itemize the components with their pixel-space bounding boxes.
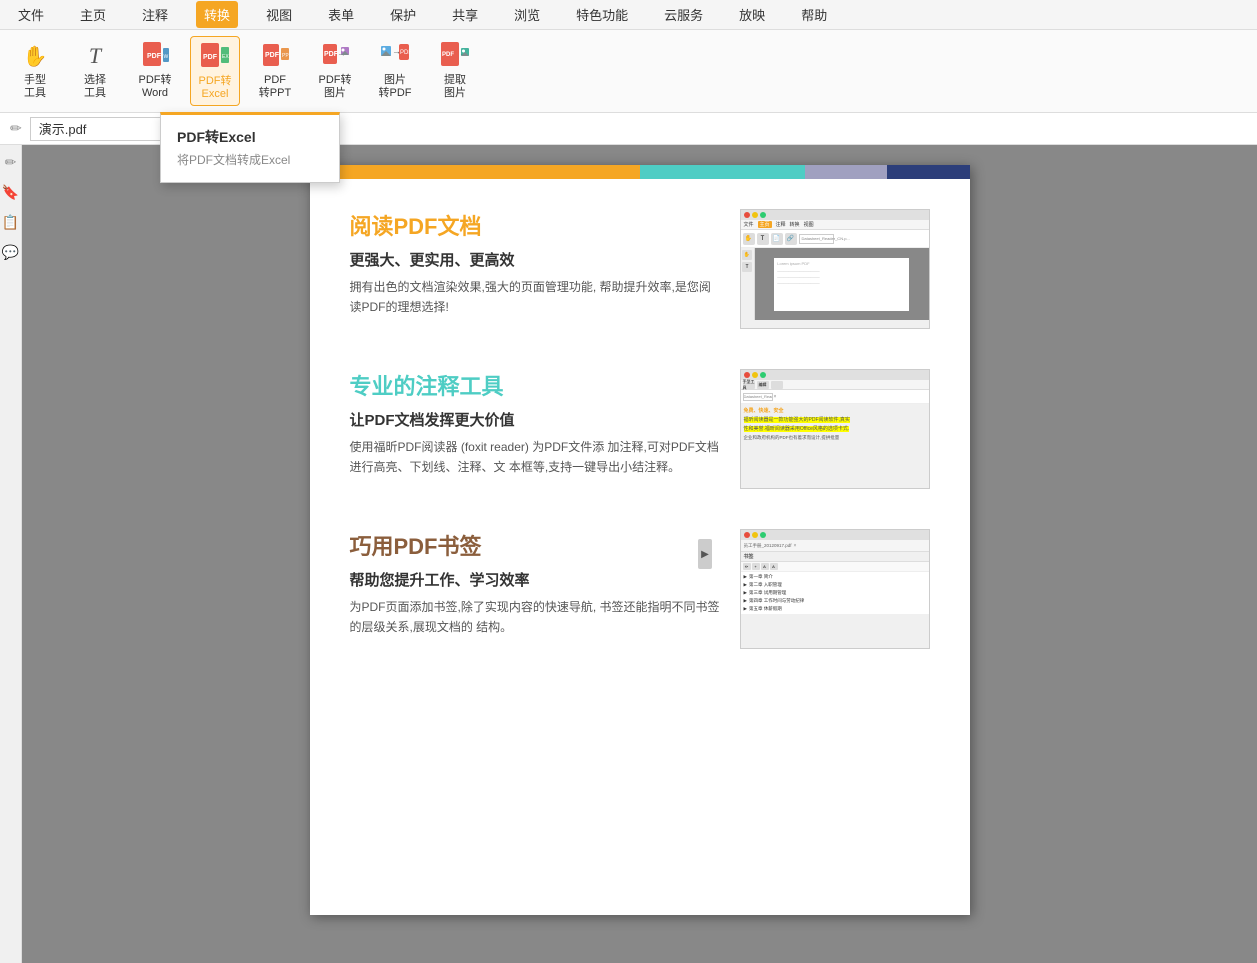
hand-icon: ✋ [19,40,51,72]
section-annotation-desc: 使用福昕PDF阅读器 (foxit reader) 为PDF文件添 加注释,可对… [350,438,720,476]
menu-slideshow[interactable]: 放映 [731,1,773,28]
hand-tool-button[interactable]: ✋ 手型工具 [10,36,60,104]
menu-file[interactable]: 文件 [10,1,52,28]
pdf-to-excel-label: PDF转Excel [199,75,232,101]
pdf-to-word-button[interactable]: PDF → W PDF转Word [130,36,180,104]
section-read-desc: 拥有出色的文档渲染效果,强大的页面管理功能, 帮助提升效率,是您阅读PDF的理想… [350,278,720,316]
collapse-panel-button[interactable]: ▶ [698,539,712,569]
mini-filename-1: Datasheet_Reader_CN.p... [799,234,834,244]
pdf-to-image-button[interactable]: PDF → PDF转图片 [310,36,360,104]
mini-chapter-3: 第三章 试用期管理 [749,590,786,596]
mini-filename-2: Datasheet_Reader_CN.p... [743,393,773,401]
menu-help[interactable]: 帮助 [793,1,835,28]
svg-text:PDF: PDF [442,52,454,58]
mini-chapter-1: 第一章 简介 [749,574,773,580]
svg-text:PDF: PDF [400,50,411,56]
select-tool-label: 选择工具 [84,74,106,100]
bar-orange [310,165,640,179]
section-bookmark-subtitle: 帮助您提升工作、学习效率 [350,569,720,590]
menu-home[interactable]: 主页 [72,1,114,28]
pdf-page: 阅读PDF文档 更强大、更实用、更高效 拥有出色的文档渲染效果,强大的页面管理功… [310,165,970,915]
menu-share[interactable]: 共享 [444,1,486,28]
mini-chapter-5: 第五章 休薪假期 [749,606,782,612]
mini-chapter-4: 第四章 工作时间与劳动纪律 [749,598,804,604]
menu-form[interactable]: 表单 [320,1,362,28]
section-read-preview: 文件 主页 注释 转换 视图 ✋ T 📄 🔗 [740,209,930,329]
image-to-pdf-label: 图片转PDF [379,74,412,100]
section-bookmark-desc: 为PDF页面添加书签,除了实现内容的快速导航, 书签还能指明不同书签的层级关系,… [350,598,720,636]
svg-text:PDF: PDF [147,53,162,60]
main-area: ✏ 🔖 📋 💬 阅读PDF文档 更强大、更实用、更高效 拥有出色的 [0,145,1257,963]
pages-icon[interactable]: 📋 [2,213,20,231]
section-bookmark-title: 巧用PDF书签 [350,529,720,561]
mini-tab-label: 主页 [758,221,772,228]
menu-cloud[interactable]: 云服务 [656,1,711,28]
draw-icon[interactable]: ✏ [2,153,20,171]
menu-convert[interactable]: 转换 [196,1,238,28]
dropdown-menu: PDF转Excel 将PDF文档转成Excel [160,112,340,183]
pdf-to-ppt-button[interactable]: PDF → PP PDF转PPT [250,36,300,104]
bar-teal [640,165,805,179]
menu-bar: 文件 主页 注释 转换 视图 表单 保护 共享 浏览 特色功能 云服务 放映 帮… [0,0,1257,30]
bar-navy [887,165,970,179]
toolbar: ✋ 手型工具 T 选择工具 PDF → W PDF转Word PDF → [0,30,1257,113]
menu-annotation[interactable]: 注释 [134,1,176,28]
extract-image-label: 提取图片 [444,74,466,100]
page-top-bar [310,165,970,179]
section-annotation-subtitle: 让PDF文档发挥更大价值 [350,409,720,430]
section-read-title: 阅读PDF文档 [350,209,720,241]
image-to-pdf-button[interactable]: → PDF 图片转PDF [370,36,420,104]
dropdown-subtitle: 将PDF文档转成Excel [161,149,339,174]
mini-bookmark-title: 书签 [744,553,754,560]
edit-icon: ✏ [10,120,22,137]
pdf-to-ppt-icon: PDF → PP [259,40,291,72]
section-annotation: 专业的注释工具 让PDF文档发挥更大价值 使用福昕PDF阅读器 (foxit r… [350,369,930,489]
menu-view[interactable]: 视图 [258,1,300,28]
bookmark-icon[interactable]: 🔖 [2,183,20,201]
menu-feature[interactable]: 特色功能 [568,1,636,28]
comment-icon[interactable]: 💬 [2,243,20,261]
svg-text:EX: EX [222,54,229,60]
section-annotation-text: 专业的注释工具 让PDF文档发挥更大价值 使用福昕PDF阅读器 (foxit r… [350,369,720,476]
menu-protect[interactable]: 保护 [382,1,424,28]
pdf-to-excel-button[interactable]: PDF → EX PDF转Excel [190,36,240,106]
section-read-pdf: 阅读PDF文档 更强大、更实用、更高效 拥有出色的文档渲染效果,强大的页面管理功… [350,209,930,329]
select-icon: T [79,40,111,72]
document-area: 阅读PDF文档 更强大、更实用、更高效 拥有出色的文档渲染效果,强大的页面管理功… [22,145,1257,963]
mini-filename-3: 员工手册_20120917.pdf [744,543,792,549]
select-tool-button[interactable]: T 选择工具 [70,36,120,104]
pdf-to-word-icon: PDF → W [139,40,171,72]
hand-tool-label: 手型工具 [24,74,46,100]
pdf-to-excel-icon: PDF → EX [199,41,231,73]
mini-chapter-2: 第二章 入职管理 [749,582,782,588]
svg-text:PDF: PDF [265,52,280,59]
section-read-text: 阅读PDF文档 更强大、更实用、更高效 拥有出色的文档渲染效果,强大的页面管理功… [350,209,720,316]
section-annotation-preview: 手型工具 编辑 Datasheet_Reader_CN.p... × 免费、快速… [740,369,930,489]
page-content: 阅读PDF文档 更强大、更实用、更高效 拥有出色的文档渲染效果,强大的页面管理功… [310,179,970,719]
extract-image-icon: PDF → [439,40,471,72]
svg-text:PDF: PDF [203,54,218,61]
section-read-subtitle: 更强大、更实用、更高效 [350,249,720,270]
pdf-to-ppt-label: PDF转PPT [259,74,291,100]
svg-text:W: W [164,54,169,60]
extract-image-button[interactable]: PDF → 提取图片 [430,36,480,104]
left-sidebar: ✏ 🔖 📋 💬 [0,145,22,963]
dropdown-title: PDF转Excel [161,123,339,149]
pdf-to-image-label: PDF转图片 [319,74,352,100]
image-to-pdf-icon: → PDF [379,40,411,72]
section-bookmark-text: 巧用PDF书签 帮助您提升工作、学习效率 为PDF页面添加书签,除了实现内容的快… [350,529,720,636]
section-bookmark: 巧用PDF书签 帮助您提升工作、学习效率 为PDF页面添加书签,除了实现内容的快… [350,529,930,649]
pdf-to-image-icon: PDF → [319,40,351,72]
section-bookmark-preview: 员工手册_20120917.pdf × 书签 ✏ + A [740,529,930,649]
bar-purple [805,165,888,179]
menu-browse[interactable]: 浏览 [506,1,548,28]
pdf-to-word-label: PDF转Word [139,74,172,100]
section-annotation-title: 专业的注释工具 [350,369,720,401]
svg-text:PP: PP [282,53,289,59]
